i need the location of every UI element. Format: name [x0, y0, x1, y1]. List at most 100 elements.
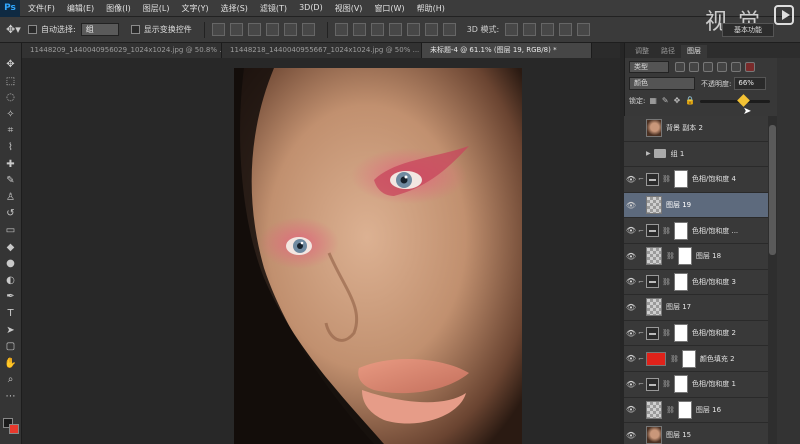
document-tab[interactable]: 11448218_1440040955667_1024x1024.jpg @ 5… — [222, 43, 422, 58]
panel-tab[interactable]: 图层 — [681, 45, 707, 58]
align-bottom-button[interactable] — [247, 23, 261, 36]
align-center-button[interactable] — [283, 23, 297, 36]
crop-tool-icon[interactable]: ⌗ — [3, 123, 19, 138]
auto-align-button[interactable] — [442, 23, 456, 36]
path-selection-tool-icon[interactable]: ➤ — [3, 323, 19, 338]
menu-item[interactable]: 文件(F) — [28, 3, 55, 14]
visibility-eye-icon[interactable]: 👁 — [624, 380, 638, 389]
layer-row[interactable]: 👁 图层 19 — [624, 192, 768, 219]
background-color-swatch[interactable] — [9, 424, 19, 434]
lasso-tool-icon[interactable]: ◌ — [3, 90, 19, 105]
menu-item[interactable]: 滤镜(T) — [260, 3, 287, 14]
visibility-eye-icon[interactable]: 👁 — [624, 252, 638, 261]
layer-row[interactable]: 👁 ⌐ ⛓ 色相/饱和度 3 — [624, 269, 768, 296]
visibility-eye-icon[interactable]: 👁 — [624, 405, 638, 414]
filter-pixel-icon[interactable] — [675, 61, 685, 72]
visibility-eye-icon[interactable]: 👁 — [624, 149, 638, 158]
pen-tool-icon[interactable]: ✒ — [3, 289, 19, 304]
visibility-eye-icon[interactable]: 👁 — [624, 226, 638, 235]
distribute-bottom-button[interactable] — [370, 23, 384, 36]
align-middle-button[interactable] — [229, 23, 243, 36]
portrait-photo[interactable] — [234, 68, 522, 444]
healing-brush-tool-icon[interactable]: ✚ — [3, 157, 19, 172]
canvas-area[interactable] — [22, 58, 620, 444]
shape-tool-icon[interactable]: ▢ — [3, 339, 19, 354]
type-tool-icon[interactable]: T — [3, 306, 19, 321]
show-transform-checkbox[interactable] — [130, 25, 140, 34]
menu-item[interactable]: 图层(L) — [143, 3, 170, 14]
lock-transparent-icon[interactable]: ▦ — [649, 96, 657, 105]
layer-row[interactable]: 👁 ⌐ ⛓ 颜色填充 2 — [624, 346, 768, 372]
menu-item[interactable]: 选择(S) — [221, 3, 248, 14]
slide-3d-button[interactable] — [559, 23, 573, 36]
distribute-middle-button[interactable] — [352, 23, 366, 36]
filter-adjustment-icon[interactable] — [689, 61, 699, 72]
layer-row[interactable]: 👁 ⌐ ⛓ 色相/饱和度 2 — [624, 320, 768, 347]
dodge-tool-icon[interactable]: ◐ — [3, 273, 19, 288]
brush-tool-icon[interactable]: ✎ — [3, 173, 19, 188]
visibility-eye-icon[interactable]: 👁 — [624, 201, 638, 210]
visibility-eye-icon[interactable]: 👁 — [624, 175, 638, 184]
eraser-tool-icon[interactable]: ▭ — [3, 223, 19, 238]
visibility-eye-icon[interactable]: 👁 — [624, 303, 638, 312]
filter-shape-icon[interactable] — [717, 61, 727, 72]
layers-scrollbar-thumb[interactable] — [769, 125, 776, 255]
visibility-eye-icon[interactable]: 👁 — [624, 277, 638, 286]
visibility-eye-icon[interactable]: 👁 — [624, 354, 638, 363]
filter-toggle-icon[interactable] — [745, 61, 755, 72]
layer-row[interactable]: 👁 ⌐ ⛓ 色相/饱和度 4 — [624, 167, 768, 193]
marquee-tool-icon[interactable]: ⬚ — [3, 74, 19, 89]
document-tab[interactable]: 11448209_1440040956029_1024x1024.jpg @ 5… — [22, 43, 222, 58]
visibility-eye-icon[interactable]: 👁 — [624, 329, 638, 338]
filter-type-icon[interactable] — [703, 61, 713, 72]
layer-row[interactable]: 👁 ⛓ 图层 16 — [624, 397, 768, 424]
menu-item[interactable]: 窗口(W) — [374, 3, 404, 14]
rotate-3d-button[interactable] — [505, 23, 519, 36]
more-tools-icon[interactable]: ⋯ — [3, 389, 19, 404]
paint-bucket-tool-icon[interactable]: ◆ — [3, 240, 19, 255]
panel-tab[interactable]: 调整 — [629, 45, 655, 58]
opacity-slider-track[interactable] — [700, 100, 770, 103]
menu-item[interactable]: 编辑(E) — [67, 3, 94, 14]
auto-select-dropdown[interactable]: 组 — [80, 23, 119, 36]
hand-tool-icon[interactable]: ✋ — [3, 356, 19, 371]
visibility-eye-icon[interactable]: 👁 — [624, 124, 638, 133]
visibility-eye-icon[interactable]: 👁 — [624, 431, 638, 440]
distribute-right-button[interactable] — [424, 23, 438, 36]
menu-item[interactable]: 帮助(H) — [417, 3, 445, 14]
move-tool-icon[interactable]: ✥ — [3, 57, 19, 72]
layer-filter-dropdown[interactable]: 类型 — [629, 60, 669, 73]
align-right-button[interactable] — [301, 23, 315, 36]
lock-position-icon[interactable]: ✥ — [674, 96, 681, 105]
move-tool-icon[interactable]: ✥▾ — [6, 23, 28, 36]
layer-row[interactable]: 👁 ⌐ ⛓ 色相/饱和度 1 — [624, 371, 768, 398]
layer-row[interactable]: 👁 图层 15 — [624, 423, 768, 444]
clone-stamp-tool-icon[interactable]: ♙ — [3, 190, 19, 205]
lock-image-icon[interactable]: ✎ — [662, 96, 669, 105]
layer-row[interactable]: 👁 背景 副本 2 — [624, 116, 768, 142]
drag-3d-button[interactable] — [541, 23, 555, 36]
distribute-left-button[interactable] — [388, 23, 402, 36]
align-top-button[interactable] — [211, 23, 225, 36]
layer-row[interactable]: 👁 ⛓ 图层 18 — [624, 243, 768, 270]
layer-row[interactable]: 👁 图层 17 — [624, 295, 768, 321]
lock-all-icon[interactable]: 🔒 — [685, 96, 695, 105]
history-brush-tool-icon[interactable]: ↺ — [3, 206, 19, 221]
document-tab[interactable]: 未标题-4 @ 61.1% (图层 19, RGB/8) * — [422, 43, 592, 58]
magic-wand-tool-icon[interactable]: ✧ — [3, 107, 19, 122]
blur-tool-icon[interactable]: ● — [3, 256, 19, 271]
workspace-button[interactable]: 基本功能 — [722, 23, 774, 37]
opacity-input[interactable]: 66% — [734, 77, 767, 90]
menu-item[interactable]: 视图(V) — [335, 3, 363, 14]
filter-smart-object-icon[interactable] — [731, 61, 741, 72]
menu-item[interactable]: 文字(Y) — [181, 3, 208, 14]
blend-mode-dropdown[interactable]: 颜色 — [629, 77, 695, 90]
distribute-top-button[interactable] — [334, 23, 348, 36]
layer-row[interactable]: 👁 ▶ 组 1 — [624, 141, 768, 168]
distribute-center-button[interactable] — [406, 23, 420, 36]
auto-select-checkbox[interactable] — [28, 25, 37, 34]
eyedropper-tool-icon[interactable]: ⌇ — [3, 140, 19, 155]
zoom-tool-icon[interactable]: ⌕ — [3, 372, 19, 387]
panel-tab[interactable]: 路径 — [655, 45, 681, 58]
roll-3d-button[interactable] — [523, 23, 537, 36]
